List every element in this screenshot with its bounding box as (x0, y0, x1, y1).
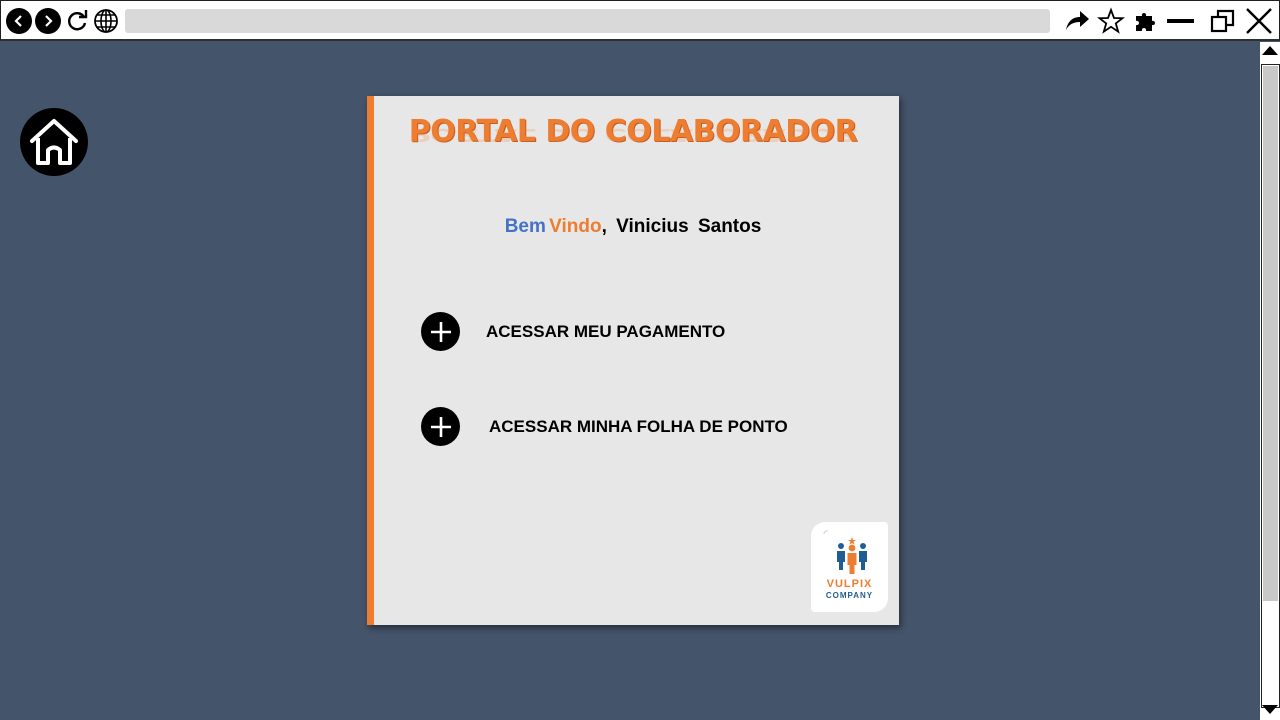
chevron-left-icon (14, 15, 22, 27)
reload-button[interactable] (63, 7, 91, 35)
logo-text-company: COMPANY (825, 591, 874, 600)
share-arrow-icon (1066, 11, 1089, 30)
welcome-bem: Bem (504, 216, 546, 237)
minimize-icon (1167, 19, 1194, 23)
reload-icon (68, 10, 88, 31)
browser-toolbar (0, 0, 1280, 41)
close-icon (1246, 8, 1272, 34)
user-first-name: Vinicius (616, 216, 689, 237)
globe-icon (94, 9, 118, 33)
extensions-button[interactable] (1131, 7, 1159, 35)
scroll-up-arrow-icon[interactable] (1262, 46, 1278, 55)
vertical-scrollbar[interactable] (1260, 42, 1280, 720)
share-button[interactable] (1063, 7, 1091, 35)
access-payment-button[interactable]: ACESSAR MEU PAGAMENTO (421, 312, 725, 351)
card-accent-bar (367, 96, 374, 625)
portal-card: PORTAL DO COLABORADOR PORTAL DO COLABORA… (367, 96, 899, 625)
logo-text-vulpix: VULPIX (826, 578, 873, 590)
plus-circle-icon[interactable] (421, 312, 460, 351)
plus-circle-icon[interactable] (421, 407, 460, 446)
minimize-button[interactable] (1166, 7, 1194, 35)
scroll-track[interactable] (1261, 64, 1280, 708)
welcome-comma: , (601, 216, 607, 237)
forward-button[interactable] (35, 8, 61, 34)
welcome-message: Bem Vindo, Vinicius Santos (367, 216, 899, 238)
back-button[interactable] (6, 8, 32, 34)
scroll-thumb[interactable] (1263, 66, 1278, 601)
access-timesheet-label[interactable]: ACESSAR MINHA FOLHA DE PONTO (489, 417, 788, 437)
star-icon (1097, 7, 1125, 34)
address-bar[interactable] (125, 9, 1050, 33)
close-window-button[interactable] (1245, 7, 1273, 35)
page-title: PORTAL DO COLABORADOR (408, 114, 858, 149)
globe-button[interactable] (92, 7, 120, 35)
people-group-logo-icon (823, 530, 867, 574)
welcome-vindo: Vindo (549, 216, 602, 237)
home-icon (30, 119, 78, 165)
scroll-down-arrow-icon[interactable] (1262, 705, 1278, 714)
puzzle-icon (1136, 13, 1155, 31)
restore-button[interactable] (1209, 7, 1237, 35)
bookmark-button[interactable] (1097, 7, 1125, 35)
user-last-name: Santos (697, 216, 762, 237)
chevron-right-icon (45, 15, 53, 27)
home-button[interactable] (20, 108, 88, 176)
access-timesheet-button[interactable]: ACESSAR MINHA FOLHA DE PONTO (421, 407, 788, 446)
access-payment-label[interactable]: ACESSAR MEU PAGAMENTO (486, 322, 725, 342)
company-logo: VULPIX COMPANY (811, 522, 888, 612)
restore-window-icon (1210, 9, 1235, 33)
